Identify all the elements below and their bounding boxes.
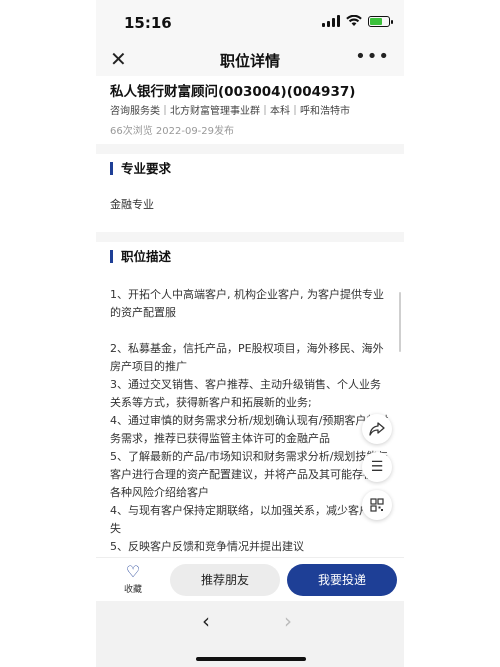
description-item: 3、通过交叉销售、客户推荐、主动升级销售、个人业务关系等方式，获得新客户和拓展新… [110,378,381,409]
signal-icon [322,15,340,27]
status-bar: 15:16 [96,0,404,44]
description-item: 2、私募基金，信托产品，PE股权项目，海外移民、海外房产项目的推广 [110,342,384,373]
more-icon[interactable]: ••• [355,46,390,67]
share-icon [369,422,385,436]
battery-icon [368,15,393,27]
description-item: 1、开拓个人中高端客户, 机构企业客户, 为客户提供专业的资产配置服 [110,288,384,319]
wifi-icon [346,15,362,26]
status-time: 15:16 [124,14,172,32]
description-section: 职位描述 1、开拓个人中高端客户, 机构企业客户, 为客户提供专业的资产配置服 … [96,242,404,560]
description-body: 1、开拓个人中高端客户, 机构企业客户, 为客户提供专业的资产配置服 2、私募基… [110,286,390,556]
description-item: 5、反映客户反馈和竞争情况并提出建议 [110,540,304,553]
description-item: 5、了解最新的产品/市场知识和财务需求分析/规划技能与客户进行合理的资产配置建议… [110,450,389,499]
back-icon[interactable]: ‹ [202,609,210,633]
requirements-body: 金融专业 [110,198,154,211]
browser-toolbar: ‹ › [96,601,404,667]
share-button[interactable] [362,414,392,444]
requirements-heading: 专业要求 [110,162,171,175]
list-icon: ☰ [370,459,384,475]
job-title: 私人银行财富顾问(003004)(004937) [110,84,356,100]
nav-bar: ✕ 职位详情 ••• [96,44,404,76]
job-meta: 66次浏览 2022-09-29发布 [110,126,235,137]
description-item: 4、与现有客户保持定期联络，以加强关系，减少客户流失 [110,504,381,535]
favorite-label: 收藏 [123,585,142,595]
home-indicator[interactable] [196,657,306,661]
apply-button[interactable]: 我要投递 [287,564,397,596]
phone-screen: 15:16 ✕ 职位详情 ••• 私人银行财富顾问(003004)(004937… [96,0,404,667]
description-item: 4、通过审慎的财务需求分析/规划确认现有/预期客户的财务需求，推荐已获得监管主体… [110,414,389,445]
recommend-friend-button[interactable]: 推荐朋友 [170,564,280,596]
requirements-section: 专业要求 金融专业 [96,154,404,232]
job-tags: 咨询服务类｜北方财富管理事业群｜本科｜呼和浩特市 [110,106,350,117]
menu-button[interactable]: ☰ [362,452,392,482]
scrollbar[interactable] [399,292,401,352]
favorite-button[interactable]: ♡ 收藏 [118,562,148,596]
job-header: 私人银行财富顾问(003004)(004937) 咨询服务类｜北方财富管理事业群… [96,76,404,144]
qrcode-button[interactable] [362,490,392,520]
description-heading: 职位描述 [110,250,171,263]
heart-icon: ♡ [125,562,141,581]
status-icons [322,15,393,27]
right-margin [404,0,500,667]
qrcode-icon [370,498,384,512]
left-margin [0,0,96,667]
forward-icon[interactable]: › [284,609,292,633]
bottom-action-bar: ♡ 收藏 推荐朋友 我要投递 [96,557,404,602]
